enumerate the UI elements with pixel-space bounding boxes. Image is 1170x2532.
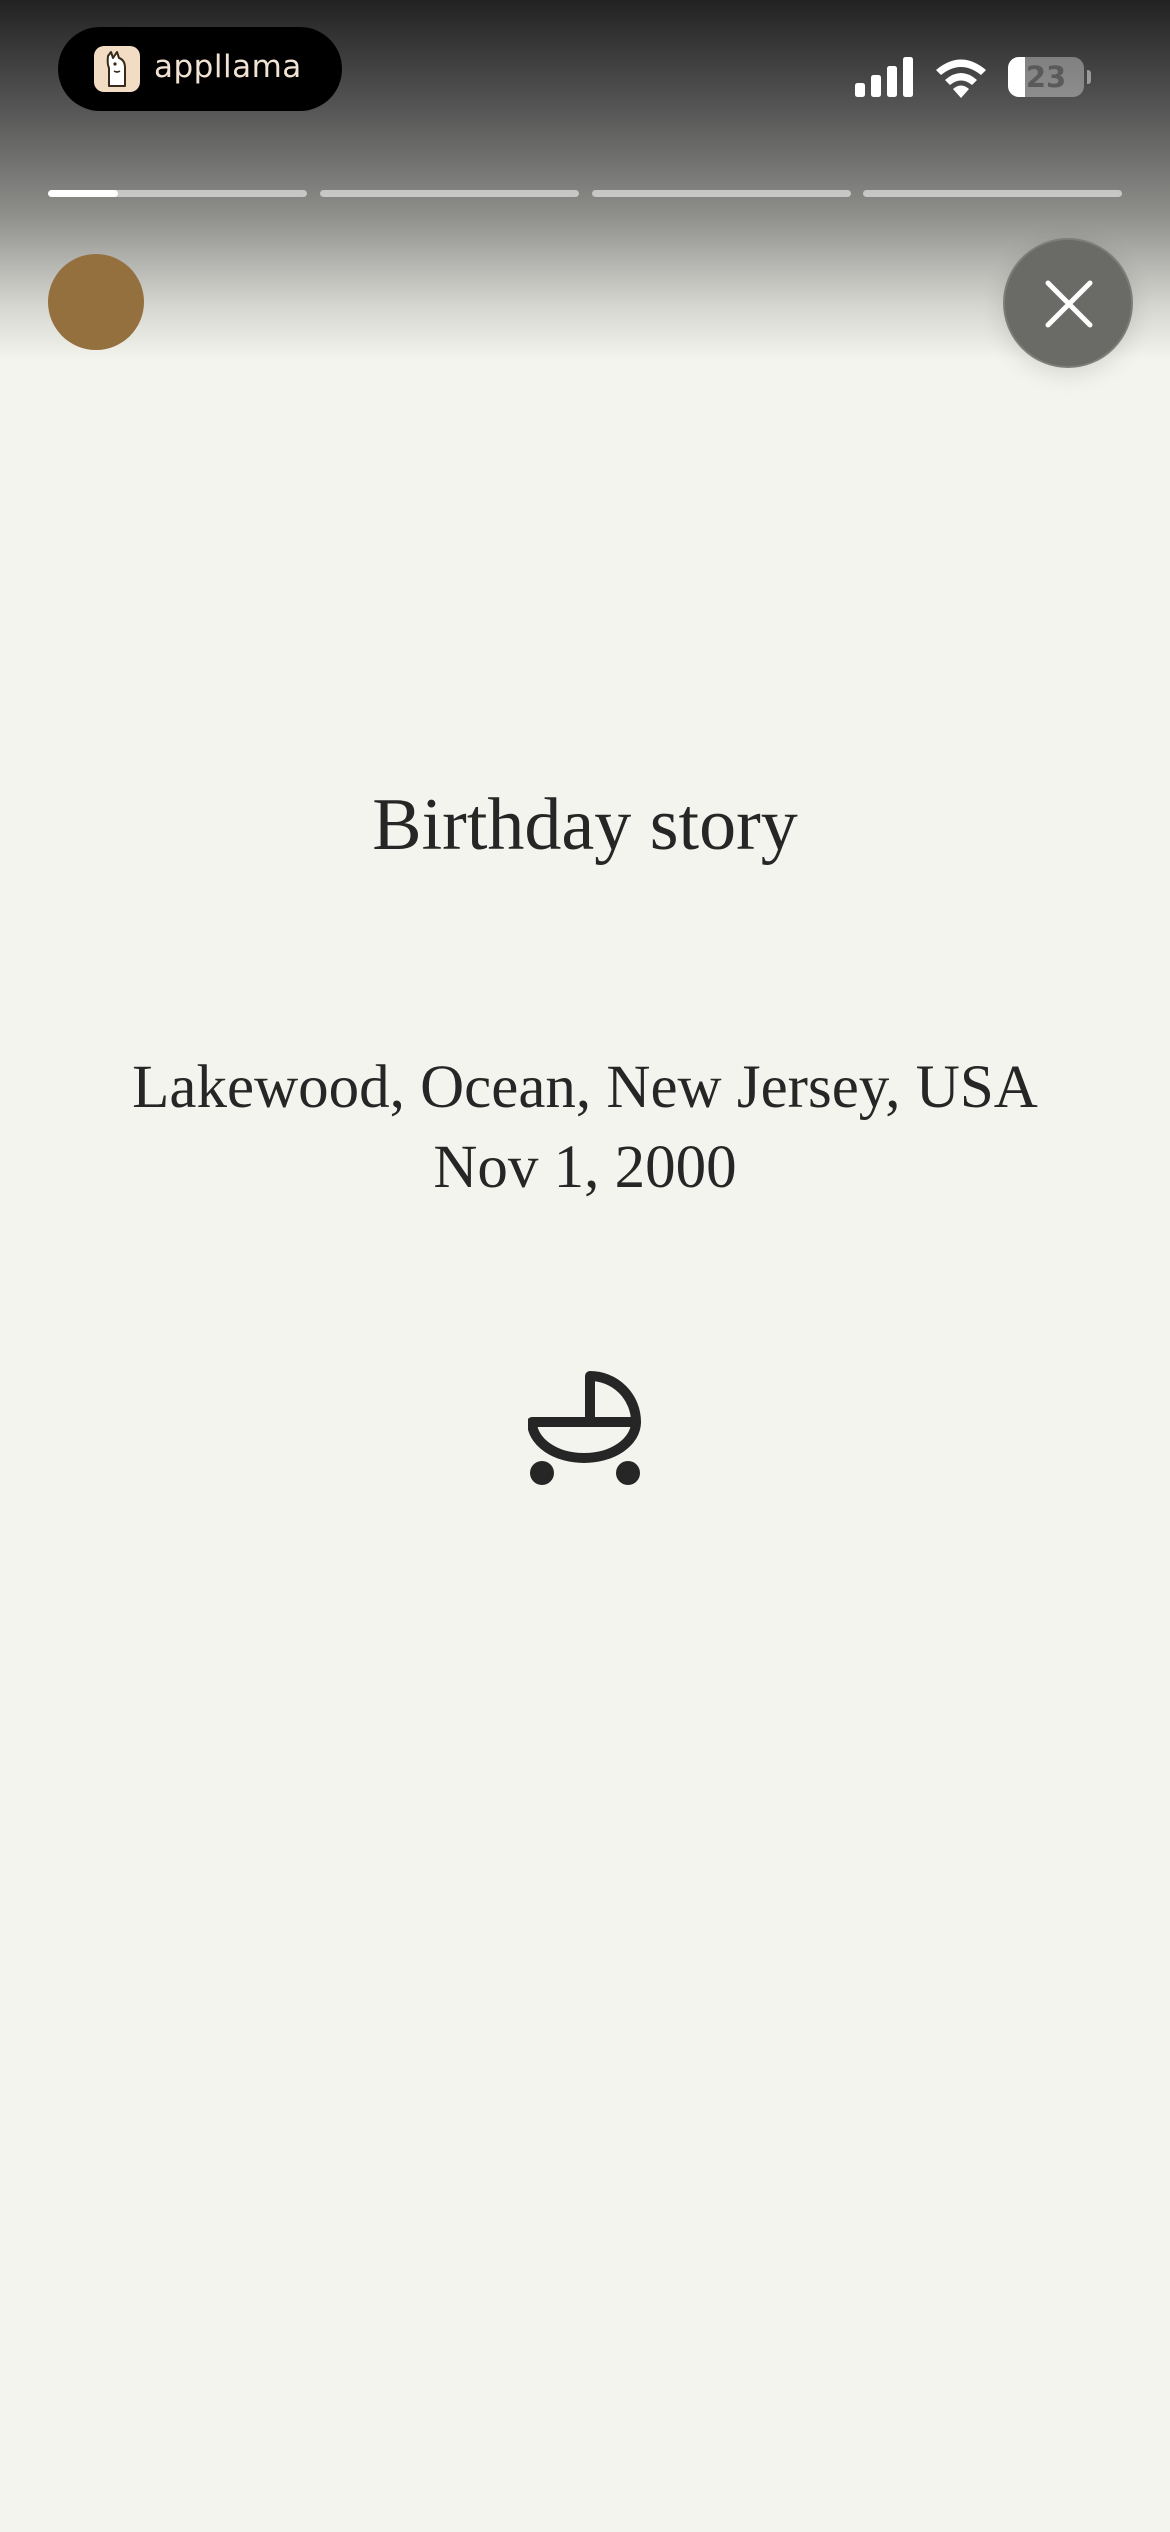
progress-segment: [320, 190, 579, 197]
progress-segment: [592, 190, 851, 197]
progress-segment: [863, 190, 1122, 197]
app-badge[interactable]: appllama: [58, 27, 342, 111]
llama-logo-icon: [94, 46, 140, 92]
battery-level: 23: [1025, 60, 1067, 94]
battery-icon: 23: [1008, 57, 1091, 97]
progress-segment: [48, 190, 307, 197]
birth-date: Nov 1, 2000: [433, 1134, 737, 1201]
wifi-icon: [936, 59, 986, 98]
close-icon: [1045, 280, 1093, 328]
progress-segment-fill: [48, 190, 118, 197]
birth-location: Lakewood, Ocean, New Jersey, USA: [132, 1054, 1038, 1121]
avatar[interactable]: [48, 254, 144, 350]
story-progress: [48, 190, 1122, 198]
cellular-signal-icon: [855, 57, 913, 97]
close-button[interactable]: [1003, 238, 1133, 368]
stroller-icon: [528, 1371, 641, 1485]
app-name: appllama: [154, 49, 302, 85]
story-title: Birthday story: [372, 784, 798, 866]
